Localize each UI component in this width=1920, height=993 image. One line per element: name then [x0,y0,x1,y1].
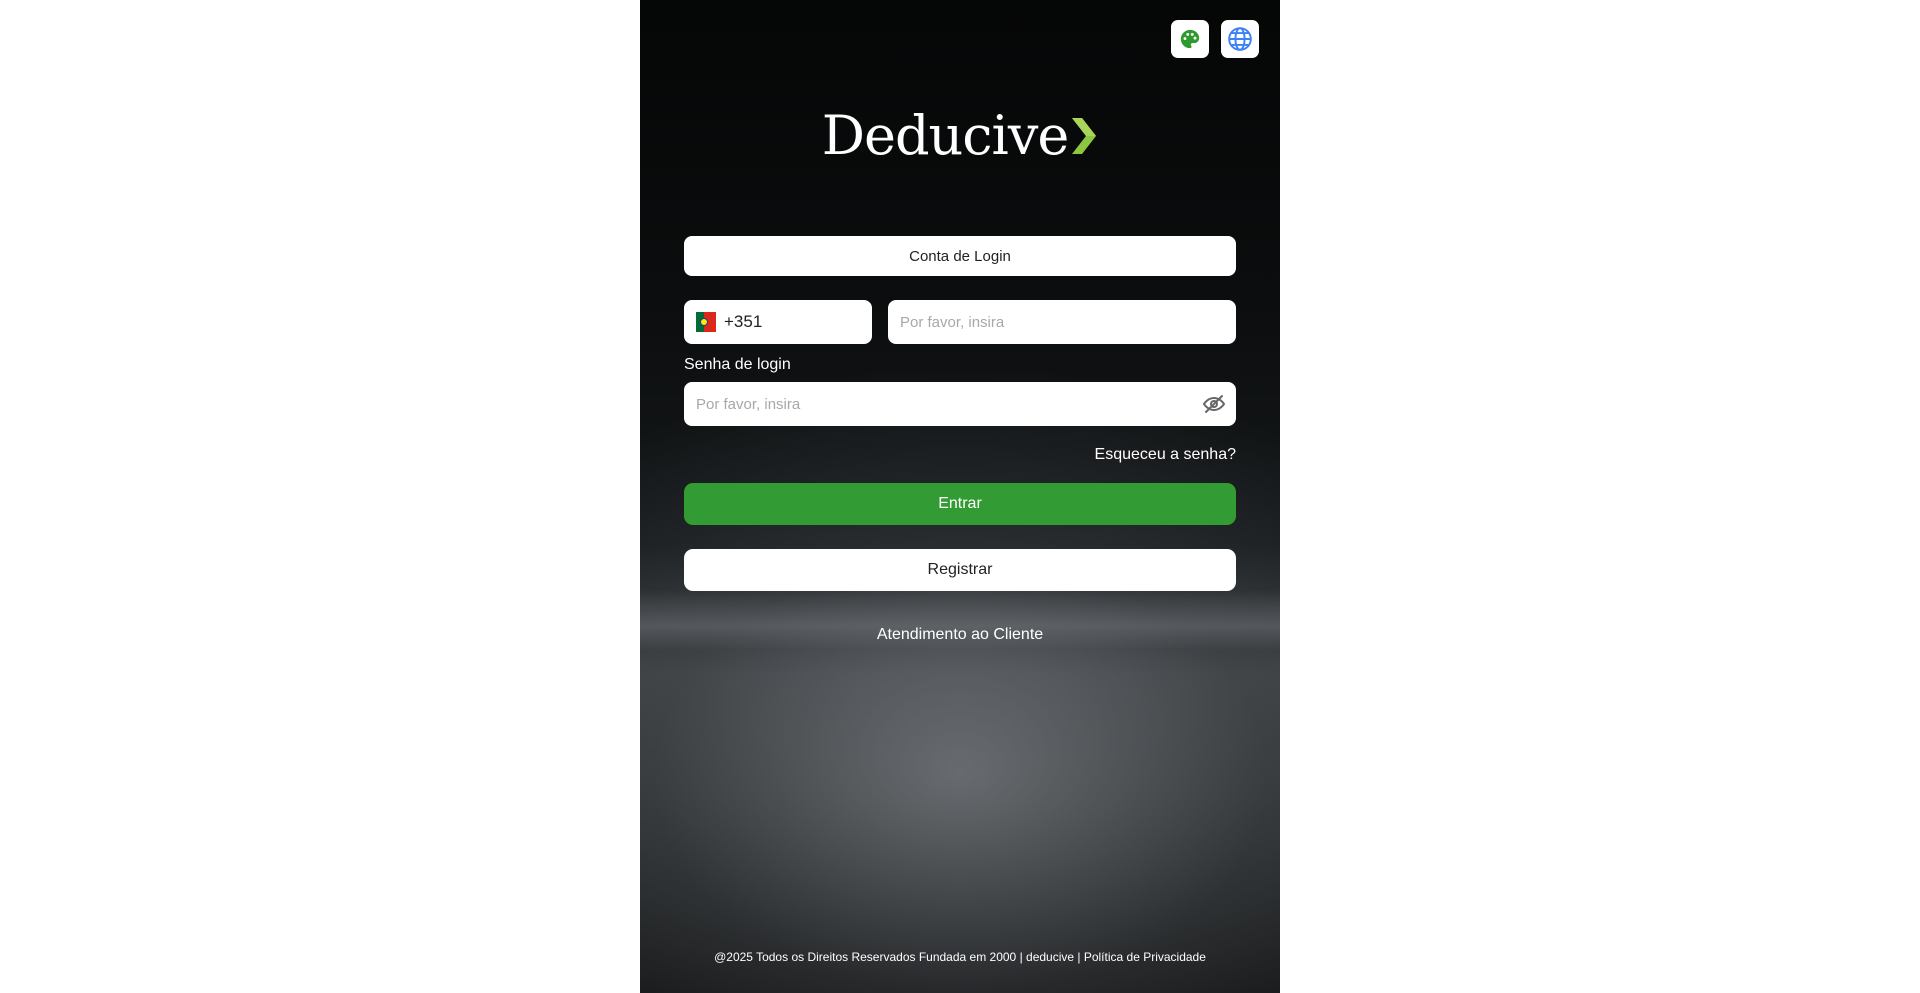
country-code: +351 [724,312,763,331]
palette-icon [1180,29,1200,49]
footer-text: @2025 Todos os Direitos Reservados Funda… [714,950,1206,964]
customer-service-link[interactable]: Atendimento ao Cliente [640,626,1280,644]
login-screen: Deducive Conta de Login +351 Senha de lo… [640,0,1280,993]
eye-slash-icon[interactable] [1202,392,1226,416]
register-button-label: Registrar [927,561,993,578]
login-button[interactable]: Entrar [684,483,1236,525]
logo-text: Deducive [821,104,1070,167]
login-type-tab[interactable]: Conta de Login [684,236,1236,276]
login-type-label: Conta de Login [909,247,1011,265]
password-label: Senha de login [684,356,791,373]
password-input[interactable] [684,382,1236,426]
country-code-select[interactable]: +351 [684,300,872,344]
theme-button[interactable] [1171,20,1209,58]
logo-chevron-icon [1072,117,1097,154]
language-button[interactable] [1221,20,1259,58]
forgot-password-link[interactable]: Esqueceu a senha? [1095,446,1236,464]
brand-logo: Deducive [640,104,1280,167]
globe-icon [1228,27,1252,51]
login-button-label: Entrar [938,495,982,512]
phone-number-input[interactable] [888,300,1236,344]
register-button[interactable]: Registrar [684,549,1236,591]
flag-portugal-icon [696,312,716,332]
